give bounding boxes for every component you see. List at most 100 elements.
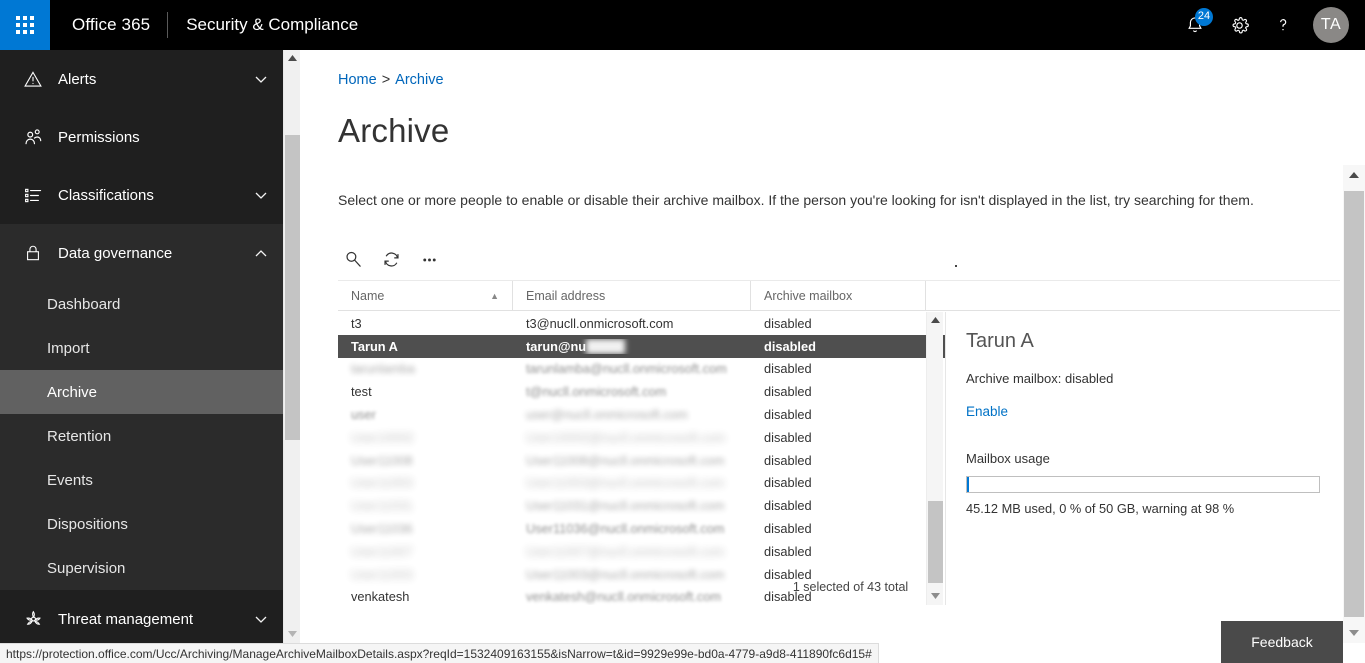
table-row[interactable]: user user@nucll.onmicrosoft.com disabled xyxy=(338,403,945,426)
sidebar-item-events[interactable]: Events xyxy=(0,458,283,502)
sidebar-item-threat-management[interactable]: Threat management xyxy=(0,590,283,648)
cell-archive-status: disabled xyxy=(764,384,812,400)
help-button[interactable] xyxy=(1261,0,1305,50)
cell-name: User11036 xyxy=(351,521,413,537)
column-header-name[interactable]: Name ▲ xyxy=(338,281,513,310)
refresh-button[interactable] xyxy=(376,244,406,274)
sidebar-scrollbar-thumb[interactable] xyxy=(285,135,300,440)
list-icon xyxy=(20,183,46,207)
command-toolbar xyxy=(338,244,444,274)
column-header-archive-mailbox[interactable]: Archive mailbox xyxy=(751,281,926,310)
table-row[interactable]: User11036 User11036@nucll.onmicrosoft.co… xyxy=(338,517,945,540)
question-mark-icon xyxy=(1280,19,1287,31)
sidebar-item-import[interactable]: Import xyxy=(0,326,283,370)
sidebar-item-label: Alerts xyxy=(58,70,97,88)
search-icon xyxy=(345,251,361,267)
notifications-badge: 24 xyxy=(1195,8,1213,26)
table-row[interactable]: User11007 User11007@nucll.onmicrosoft.co… xyxy=(338,540,945,563)
user-avatar[interactable]: TA xyxy=(1313,7,1349,43)
cell-email: tarun@nu xyxy=(513,338,751,354)
column-header-email[interactable]: Email address xyxy=(513,281,751,310)
sidebar-item-dashboard[interactable]: Dashboard xyxy=(0,282,283,326)
app-launcher-button[interactable] xyxy=(0,0,50,50)
cell-email: t3@nucll.onmicrosoft.com xyxy=(526,315,674,331)
table-row[interactable]: test t@nucll.onmicrosoft.com disabled xyxy=(338,380,945,403)
sidebar-subitem-label: Dispositions xyxy=(47,515,128,533)
cell-email: User11008@nucll.onmicrosoft.com xyxy=(526,452,725,468)
table-row-selected[interactable]: Tarun A tarun@nu disabled xyxy=(338,334,945,358)
sidebar-item-label: Data governance xyxy=(58,244,173,262)
sidebar-item-supervision[interactable]: Supervision xyxy=(0,546,283,590)
table-row[interactable]: User10002 User10002@nucll.onmicrosoft.co… xyxy=(338,426,945,449)
sidebar-subitem-label: Events xyxy=(47,471,93,489)
chevron-down-icon[interactable] xyxy=(253,71,269,87)
decorative-dot xyxy=(955,265,957,267)
chevron-down-icon[interactable] xyxy=(253,611,269,627)
cell-email: User11053@nucll.onmicrosoft.com xyxy=(526,475,725,491)
sidebar-item-dispositions[interactable]: Dispositions xyxy=(0,502,283,546)
sidebar-item-data-governance[interactable]: Data governance xyxy=(0,224,283,282)
sidebar-scrollbar[interactable] xyxy=(283,50,300,643)
search-button[interactable] xyxy=(338,244,368,274)
chevron-down-icon[interactable] xyxy=(253,187,269,203)
table-row[interactable]: User11031 User11031@nucll.onmicrosoft.co… xyxy=(338,494,945,517)
cell-name: User11053 xyxy=(351,475,413,491)
people-icon xyxy=(20,125,46,149)
chevron-up-icon[interactable] xyxy=(253,245,269,261)
notifications-button[interactable]: 24 xyxy=(1173,0,1217,50)
scroll-down-arrow-icon[interactable] xyxy=(284,626,301,643)
sidebar-item-classifications[interactable]: Classifications xyxy=(0,166,283,224)
page-scrollbar[interactable] xyxy=(1343,165,1365,643)
biohazard-icon xyxy=(20,607,46,631)
cell-email: User11031@nucll.onmicrosoft.com xyxy=(526,498,725,514)
page-title: Archive xyxy=(338,112,450,149)
cell-name: User11031 xyxy=(351,498,413,514)
table-row[interactable]: tarunlamba tarunlamba@nucll.onmicrosoft.… xyxy=(338,358,945,381)
sidebar-subitem-label: Archive xyxy=(47,383,98,401)
table-body: t3 t3@nucll.onmicrosoft.com disabled Tar… xyxy=(338,312,945,605)
table-row[interactable]: User11008 User11008@nucll.onmicrosoft.co… xyxy=(338,449,945,472)
scroll-up-arrow-icon[interactable] xyxy=(927,312,944,329)
table-row[interactable]: t3 t3@nucll.onmicrosoft.com disabled xyxy=(338,312,945,335)
table-row[interactable]: User11053 User11053@nucll.onmicrosoft.co… xyxy=(338,472,945,495)
cell-archive-status: disabled xyxy=(764,521,812,537)
sidebar-item-permissions[interactable]: Permissions xyxy=(0,108,283,166)
table-footer: 1 selected of 43 total xyxy=(376,569,1340,605)
sidebar-item-retention[interactable]: Retention xyxy=(0,414,283,458)
status-url-text: https://protection.office.com/Ucc/Archiv… xyxy=(6,646,872,661)
breadcrumb-current[interactable]: Archive xyxy=(395,72,443,88)
sort-ascending-icon: ▲ xyxy=(490,290,499,301)
more-options-button[interactable] xyxy=(414,244,444,274)
cell-archive-status: disabled xyxy=(764,361,812,377)
breadcrumb-separator: > xyxy=(381,72,391,88)
waffle-grid-icon xyxy=(16,16,34,34)
table-scrollbar[interactable] xyxy=(926,312,943,605)
sidebar-subitem-label: Retention xyxy=(47,427,112,445)
scroll-down-arrow-icon[interactable] xyxy=(1343,623,1365,643)
cell-email: User11007@nucll.onmicrosoft.com xyxy=(526,543,725,559)
suite-app-name[interactable]: Security & Compliance xyxy=(168,15,376,35)
suite-brand-label[interactable]: Office 365 xyxy=(50,15,167,35)
enable-archive-link[interactable]: Enable xyxy=(966,404,1008,419)
cell-name: User11007 xyxy=(351,543,413,559)
sidebar-subitem-label: Supervision xyxy=(47,559,126,577)
cell-name: t3 xyxy=(351,315,362,331)
sidebar-item-alerts[interactable]: Alerts xyxy=(0,50,283,108)
cell-name: tarunlamba xyxy=(351,361,416,377)
archive-mailbox-table: Name ▲ Email address Archive mailbox t3 … xyxy=(338,280,1340,605)
column-header-empty xyxy=(926,281,1340,310)
suite-header: Office 365 Security & Compliance 24 TA xyxy=(0,0,1365,50)
breadcrumb-home-link[interactable]: Home xyxy=(338,72,377,88)
settings-button[interactable] xyxy=(1217,0,1261,50)
sidebar-subitem-label: Import xyxy=(47,339,90,357)
app-root: Office 365 Security & Compliance 24 TA A… xyxy=(0,0,1365,663)
scroll-up-arrow-icon[interactable] xyxy=(1343,165,1365,185)
sidebar-item-archive[interactable]: Archive xyxy=(0,370,283,414)
mailbox-usage-progressbar xyxy=(966,476,1320,493)
cell-name: test xyxy=(351,384,372,400)
cell-email: User10002@nucll.onmicrosoft.com xyxy=(526,429,726,445)
scroll-up-arrow-icon[interactable] xyxy=(284,50,301,67)
mailbox-usage-label: Mailbox usage xyxy=(966,451,1050,466)
feedback-button[interactable]: Feedback xyxy=(1221,621,1343,663)
page-scrollbar-thumb[interactable] xyxy=(1344,191,1364,617)
